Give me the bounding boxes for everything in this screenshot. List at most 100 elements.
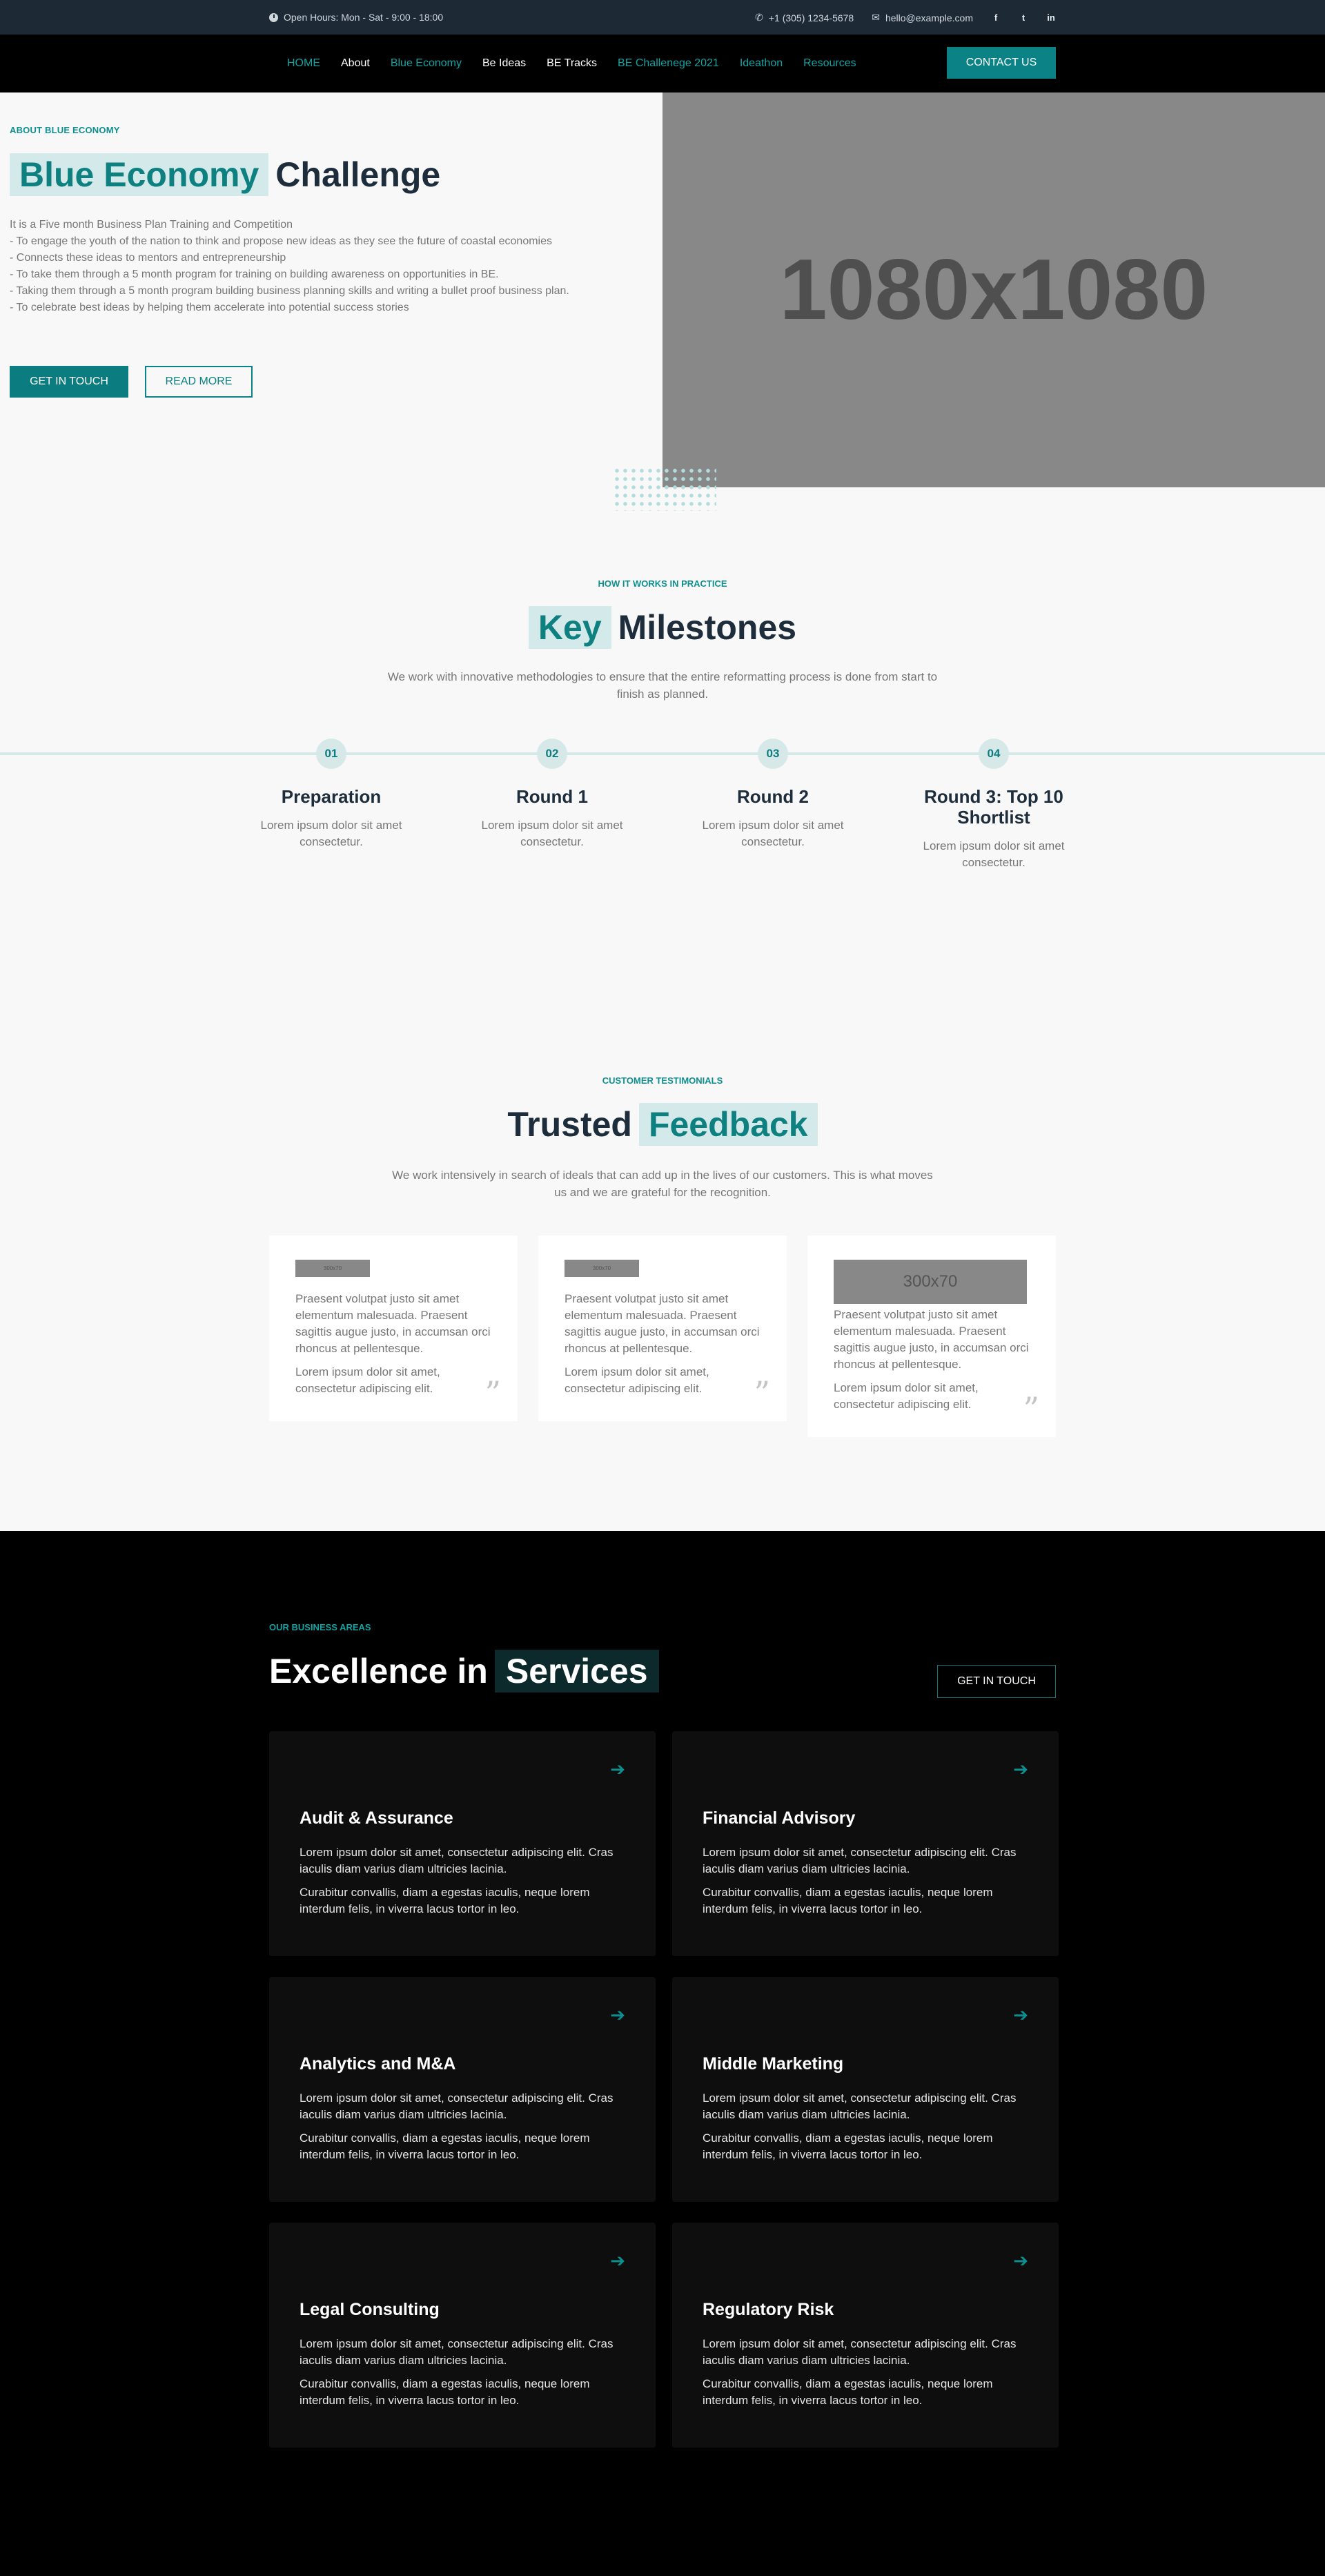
- services-title-highlight: Services: [494, 1650, 659, 1692]
- service-card[interactable]: ➔ Regulatory Risk Lorem ipsum dolor sit …: [672, 2223, 1059, 2448]
- nav-item-home[interactable]: HOME: [287, 57, 320, 70]
- milestone-number: 04: [979, 739, 1009, 769]
- nav-item-be-tracks[interactable]: BE Tracks: [547, 57, 597, 70]
- phone-link[interactable]: ✆ +1 (305) 1234-5678: [755, 12, 854, 23]
- linkedin-icon[interactable]: in: [1046, 12, 1056, 23]
- testimonials-title-highlight: Feedback: [638, 1103, 818, 1146]
- client-logo: 300x70: [565, 1260, 639, 1277]
- services-get-in-touch-button[interactable]: GET IN TOUCH: [937, 1665, 1056, 1698]
- service-text: Lorem ipsum dolor sit amet, consectetur …: [703, 1846, 1017, 1875]
- open-hours: Open Hours: Mon - Sat - 9:00 - 18:00: [269, 12, 443, 23]
- arrow-right-icon[interactable]: ➔: [610, 1759, 625, 1780]
- contact-us-button[interactable]: CONTACT US: [947, 47, 1056, 79]
- mail-icon: ✉: [872, 12, 880, 23]
- milestone-desc: Lorem ipsum dolor sit amet consectetur.: [923, 839, 1065, 869]
- service-title: Financial Advisory: [703, 1808, 856, 1828]
- services-title-rest: Excellence in: [269, 1652, 488, 1690]
- service-text: Curabitur convallis, diam a egestas iacu…: [300, 1886, 590, 1915]
- services-eyebrow: OUR BUSINESS AREAS: [269, 1622, 371, 1632]
- testimonials-eyebrow: CUSTOMER TESTIMONIALS: [602, 1075, 723, 1086]
- clock-icon: [269, 12, 278, 22]
- service-card[interactable]: ➔ Middle Marketing Lorem ipsum dolor sit…: [672, 1977, 1059, 2202]
- service-card[interactable]: ➔ Financial Advisory Lorem ipsum dolor s…: [672, 1731, 1059, 1956]
- service-title: Audit & Assurance: [300, 1808, 453, 1828]
- open-hours-text: Open Hours: Mon - Sat - 9:00 - 18:00: [284, 12, 444, 23]
- testimonials-title-rest: Trusted: [507, 1105, 632, 1144]
- milestone-number: 02: [537, 739, 567, 769]
- quote-icon: ”: [1023, 1390, 1039, 1427]
- nav-item-ideathon[interactable]: Ideathon: [740, 57, 783, 70]
- service-title: Middle Marketing: [703, 2054, 844, 2074]
- service-title: Analytics and M&A: [300, 2054, 456, 2074]
- hero-image-placeholder: 1080x1080: [662, 92, 1325, 487]
- services-section: [0, 1531, 1325, 2576]
- service-text: Curabitur convallis, diam a egestas iacu…: [300, 2131, 590, 2161]
- milestones-title-highlight: Key: [528, 606, 611, 649]
- service-text: Lorem ipsum dolor sit amet, consectetur …: [300, 1846, 614, 1875]
- hero-title-highlight: Blue Economy: [10, 153, 269, 196]
- milestone-number: 03: [758, 739, 788, 769]
- email-link[interactable]: ✉ hello@example.com: [872, 12, 973, 23]
- service-text: Curabitur convallis, diam a egestas iacu…: [703, 2131, 993, 2161]
- nav-item-blue-economy[interactable]: Blue Economy: [391, 57, 462, 70]
- hero-title: Blue Economy Challenge: [10, 153, 440, 196]
- milestones-title-rest: Milestones: [618, 608, 797, 647]
- service-card[interactable]: ➔ Legal Consulting Lorem ipsum dolor sit…: [269, 2223, 656, 2448]
- client-logo: 300x70: [295, 1260, 370, 1277]
- service-text: Lorem ipsum dolor sit amet, consectetur …: [703, 2337, 1017, 2367]
- milestone-item: 04 Round 3: Top 10 Shortlist Lorem ipsum…: [904, 739, 1083, 871]
- twitter-icon[interactable]: t: [1019, 12, 1028, 23]
- arrow-right-icon[interactable]: ➔: [1013, 1759, 1028, 1780]
- milestone-desc: Lorem ipsum dolor sit amet consectetur.: [260, 819, 402, 848]
- arrow-right-icon[interactable]: ➔: [1013, 2250, 1028, 2272]
- testimonial-text: Lorem ipsum dolor sit amet, consectetur …: [295, 1365, 440, 1395]
- dots-decoration: [613, 467, 716, 511]
- main-nav: HOME About Blue Economy Be Ideas BE Trac…: [0, 35, 1325, 92]
- testimonial-text: Praesent volutpat justo sit amet element…: [565, 1292, 760, 1355]
- testimonial-text: Praesent volutpat justo sit amet element…: [295, 1292, 491, 1355]
- testimonial-card: 300x70 Praesent volutpat justo sit amet …: [538, 1236, 787, 1421]
- testimonial-card: 300x70 Praesent volutpat justo sit amet …: [269, 1236, 518, 1421]
- milestone-desc: Lorem ipsum dolor sit amet consectetur.: [481, 819, 623, 848]
- email-text: hello@example.com: [885, 12, 973, 23]
- service-card[interactable]: ➔ Audit & Assurance Lorem ipsum dolor si…: [269, 1731, 656, 1956]
- testimonial-text: Lorem ipsum dolor sit amet, consectetur …: [565, 1365, 709, 1395]
- service-text: Curabitur convallis, diam a egestas iacu…: [703, 2377, 993, 2407]
- milestone-desc: Lorem ipsum dolor sit amet consectetur.: [702, 819, 844, 848]
- service-card[interactable]: ➔ Analytics and M&A Lorem ipsum dolor si…: [269, 1977, 656, 2202]
- service-title: Regulatory Risk: [703, 2300, 834, 2319]
- milestones-eyebrow: HOW IT WORKS IN PRACTICE: [598, 578, 727, 589]
- testimonial-text: Lorem ipsum dolor sit amet, consectetur …: [834, 1381, 979, 1411]
- service-text: Lorem ipsum dolor sit amet, consectetur …: [300, 2337, 614, 2367]
- client-logo: 300x70: [834, 1260, 1027, 1304]
- service-text: Lorem ipsum dolor sit amet, consectetur …: [703, 2091, 1017, 2121]
- service-text: Lorem ipsum dolor sit amet, consectetur …: [300, 2091, 614, 2121]
- arrow-right-icon[interactable]: ➔: [1013, 2004, 1028, 2026]
- service-text: Curabitur convallis, diam a egestas iacu…: [703, 1886, 993, 1915]
- nav-item-be-challenge[interactable]: BE Challenege 2021: [618, 57, 719, 70]
- arrow-right-icon[interactable]: ➔: [610, 2250, 625, 2272]
- top-info-bar: Open Hours: Mon - Sat - 9:00 - 18:00 ✆ +…: [0, 0, 1325, 35]
- quote-icon: ”: [484, 1374, 501, 1412]
- service-text: Curabitur convallis, diam a egestas iacu…: [300, 2377, 590, 2407]
- milestone-title: Round 1: [516, 786, 588, 807]
- milestone-title: Round 3: Top 10 Shortlist: [924, 786, 1063, 828]
- milestone-number: 01: [316, 739, 346, 769]
- milestone-item: 02 Round 1 Lorem ipsum dolor sit amet co…: [462, 739, 642, 850]
- get-in-touch-button[interactable]: GET IN TOUCH: [10, 366, 128, 398]
- quote-icon: ”: [754, 1374, 770, 1412]
- nav-item-resources[interactable]: Resources: [803, 57, 856, 70]
- phone-icon: ✆: [755, 12, 763, 23]
- testimonials-title: Trusted Feedback: [0, 1103, 1325, 1146]
- nav-item-about[interactable]: About: [341, 57, 370, 70]
- testimonial-card: 300x70 Praesent volutpat justo sit amet …: [807, 1236, 1056, 1437]
- arrow-right-icon[interactable]: ➔: [610, 2004, 625, 2026]
- facebook-icon[interactable]: f: [991, 12, 1001, 23]
- milestones-timeline: [0, 752, 1325, 755]
- hero-description: It is a Five month Business Plan Trainin…: [10, 219, 569, 313]
- nav-item-be-ideas[interactable]: Be Ideas: [482, 57, 526, 70]
- read-more-button[interactable]: READ MORE: [145, 366, 253, 398]
- milestone-item: 01 Preparation Lorem ipsum dolor sit ame…: [242, 739, 421, 850]
- testimonials-subtitle: We work intensively in search of ideals …: [392, 1169, 933, 1199]
- milestones-title: Key Milestones: [0, 606, 1325, 649]
